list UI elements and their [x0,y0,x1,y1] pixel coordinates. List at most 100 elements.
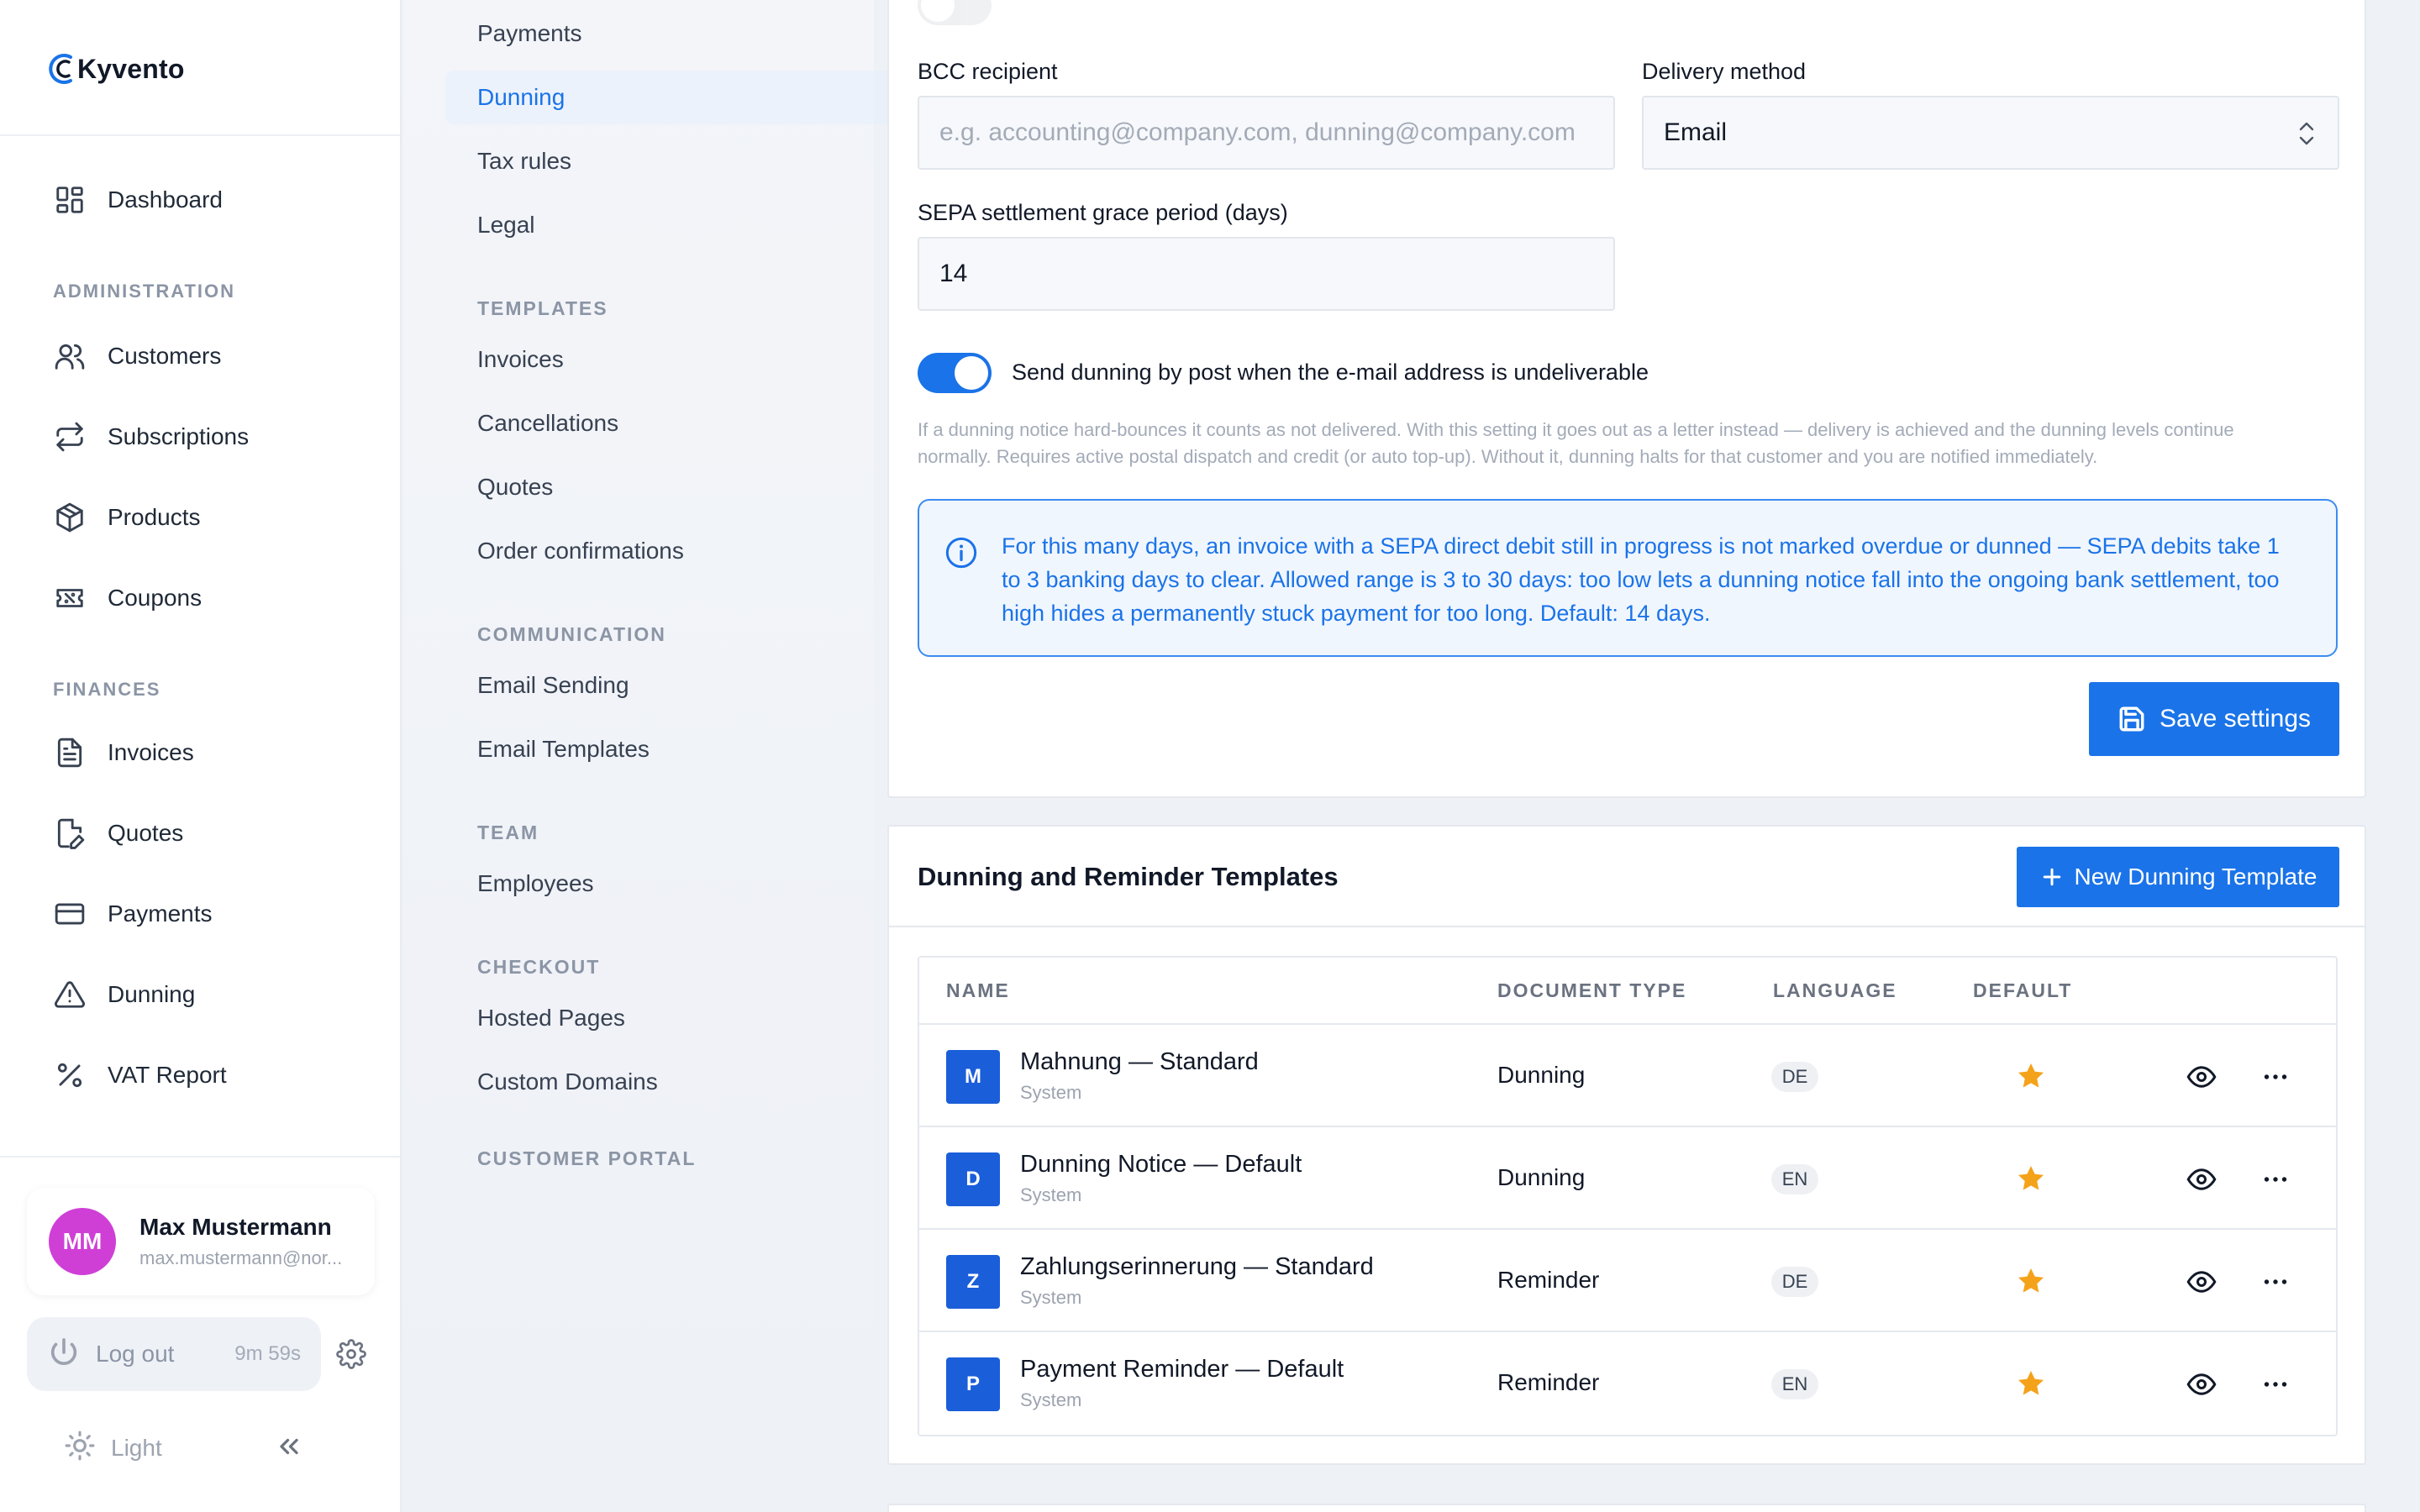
sidebar-item-customers[interactable]: Customers [52,334,221,378]
column-header-name: NAME [946,979,1010,1001]
subnav-section-customer-portal: CUSTOMER PORTAL [477,1147,697,1166]
template-name: Payment Reminder — Default [1020,1356,1344,1383]
subnav-section-team: TEAM [477,822,539,843]
delivery-method-label: Delivery method [1642,59,1807,84]
save-settings-button[interactable]: Save settings [2089,682,2339,756]
language-badge: EN [1771,1369,1818,1399]
template-initial-badge: Z [946,1255,1000,1309]
sidebar-item-label: Dunning [108,981,196,1007]
sidebar-section-administration: ADMINISTRATION [53,281,236,302]
repeat-icon [52,419,87,454]
default-star-icon [2018,1370,2044,1395]
template-name: Dunning Notice — Default [1020,1151,1302,1178]
sidebar-item-label: Customers [108,343,222,369]
grace-period-info-box: For this many days, an invoice with a SE… [918,499,2338,657]
template-source: System [1020,1287,1082,1308]
template-source: System [1020,1082,1082,1103]
subnav-section-checkout: CHECKOUT [477,956,601,978]
bcc-input[interactable]: e.g. accounting@company.com, dunning@com… [918,96,1615,170]
template-initial-badge: M [946,1050,1000,1104]
preview-eye-icon[interactable] [2186,1164,2217,1194]
sidebar-item-label: Products [108,504,201,530]
preview-eye-icon[interactable] [2186,1369,2217,1399]
credit-card-icon [52,896,87,932]
templates-table: NAME DOCUMENT TYPE LANGUAGE DEFAULT M Ma… [918,956,2338,1436]
sidebar-item-vat-report[interactable]: VAT Report [52,1053,227,1097]
logout-button[interactable]: Log out 9m 59s [27,1317,321,1391]
sidebar-item-quotes[interactable]: Quotes [52,811,183,855]
table-row[interactable]: M Mahnung — Standard System Dunning DE [919,1025,2336,1127]
subnav-item-quotes[interactable]: Quotes [477,474,553,501]
delivery-method-value: Email [1664,118,1728,146]
preview-eye-icon[interactable] [2186,1267,2217,1297]
subnav-section-customer-portal-wrap: CUSTOMER PORTAL [477,1147,696,1166]
table-row[interactable]: Z Zahlungserinnerung — Standard System R… [919,1230,2336,1332]
sidebar-divider [0,1156,400,1158]
subnav-item-invoices[interactable]: Invoices [477,346,564,373]
post-fallback-toggle[interactable] [918,353,992,393]
sidebar-item-label: Coupons [108,585,203,611]
table-header: NAME DOCUMENT TYPE LANGUAGE DEFAULT [919,958,2336,1025]
logo[interactable]: Kyvento [45,44,185,94]
column-header-language: LANGUAGE [1773,979,1897,1001]
subnav-item-email-templates[interactable]: Email Templates [477,736,650,763]
more-options-icon[interactable] [2260,1062,2291,1092]
percent-icon [52,1058,87,1093]
sidebar-item-subscriptions[interactable]: Subscriptions [52,415,249,459]
delivery-method-select[interactable]: Email [1642,96,2339,170]
more-options-icon[interactable] [2260,1164,2291,1194]
session-timer: 9m 59s [234,1342,301,1365]
grace-period-input[interactable]: 14 [918,237,1615,311]
subnav-item-email-sending[interactable]: Email Sending [477,672,629,699]
collapse-sidebar-icon[interactable] [274,1431,304,1462]
save-settings-label: Save settings [2159,705,2312,732]
partial-toggle[interactable] [918,0,992,25]
column-header-document-type: DOCUMENT TYPE [1497,979,1687,1001]
gear-icon[interactable] [336,1339,366,1369]
document-icon [52,735,87,770]
subnav-item-custom-domains[interactable]: Custom Domains [477,1068,658,1095]
logout-label: Log out [96,1341,175,1367]
subnav-item-order-confirmations[interactable]: Order confirmations [477,538,684,564]
new-dunning-template-button[interactable]: New Dunning Template [2017,847,2339,907]
subnav-item-legal[interactable]: Legal [477,212,535,239]
user-card[interactable]: MM Max Mustermann max.mustermann@nor... [27,1188,375,1295]
more-options-icon[interactable] [2260,1369,2291,1399]
info-text: For this many days, an invoice with a SE… [1002,533,2280,626]
table-row[interactable]: D Dunning Notice — Default System Dunnin… [919,1127,2336,1230]
sidebar-item-dashboard[interactable]: Dashboard [52,178,223,222]
subnav-item-payments[interactable]: Payments [477,20,582,47]
language-badge: DE [1771,1062,1818,1092]
users-icon [52,339,87,374]
theme-label: Light [111,1434,162,1461]
sidebar-item-label: Invoices [108,739,194,765]
sidebar-item-invoices[interactable]: Invoices [52,731,194,774]
more-options-icon[interactable] [2260,1267,2291,1297]
bcc-label: BCC recipient [918,59,1058,84]
template-document-type: Dunning [1497,1062,1586,1088]
sidebar-item-label: Payments [108,900,213,927]
post-fallback-label: Send dunning by post when the e-mail add… [1012,360,1649,385]
table-row[interactable]: P Payment Reminder — Default System Remi… [919,1332,2336,1435]
subnav-section-templates: TEMPLATES [477,297,608,319]
subnav-item-tax-rules[interactable]: Tax rules [477,148,571,175]
subnav-item-employees[interactable]: Employees [477,870,594,897]
template-source: System [1020,1184,1082,1205]
info-icon [945,537,977,569]
sidebar-divider [0,134,400,136]
sidebar-item-dunning[interactable]: Dunning [52,973,195,1016]
sidebar-item-products[interactable]: Products [52,496,201,539]
language-badge: EN [1771,1164,1818,1194]
power-icon [47,1336,81,1373]
subnav-item-hosted-pages[interactable]: Hosted Pages [477,1005,625,1032]
chevron-updown-icon [2299,122,2314,145]
settings-subnav: Payments Dunning Tax rules Legal TEMPLAT… [403,0,1227,1512]
preview-eye-icon[interactable] [2186,1062,2217,1092]
sidebar-item-payments[interactable]: Payments [52,892,213,936]
subnav-item-dunning[interactable]: Dunning [477,84,565,111]
theme-toggle[interactable]: Light [64,1430,162,1466]
post-fallback-help: If a dunning notice hard-bounces it coun… [918,419,2234,467]
subnav-item-cancellations[interactable]: Cancellations [477,410,618,437]
new-template-label: New Dunning Template [2074,864,2317,890]
sidebar-item-coupons[interactable]: Coupons [52,576,202,620]
